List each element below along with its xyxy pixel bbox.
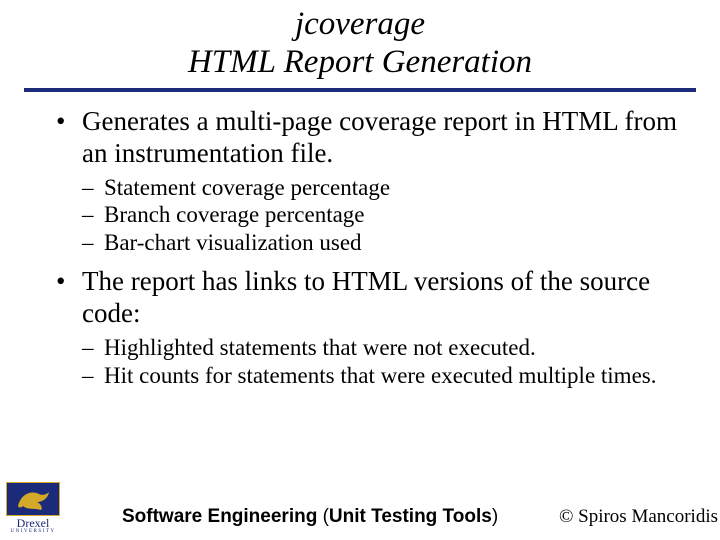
slide-body: Generates a multi-page coverage report i… [0,106,720,389]
bullet-1: Generates a multi-page coverage report i… [56,106,684,257]
bullet-1-sub-2: Branch coverage percentage [82,201,684,229]
bullet-1-sub-3: Bar-chart visualization used [82,229,684,257]
logo-sub: UNIVERSITY [6,529,60,534]
footer-bold-1: Software Engineering [122,506,323,527]
bullet-2-sub-2: Hit counts for statements that were exec… [82,362,684,390]
bullet-1-sub-1: Statement coverage percentage [82,174,684,202]
copyright-text: © Spiros Mancoridis [559,506,718,528]
drexel-logo: Drexel UNIVERSITY [6,482,60,534]
slide-footer: Drexel UNIVERSITY Software Engineering (… [0,480,720,536]
bullet-2: The report has links to HTML versions of… [56,266,684,389]
footer-paren-close: ) [492,506,498,527]
bullet-1-text: Generates a multi-page coverage report i… [82,106,677,168]
footer-center-text: Software Engineering (Unit Testing Tools… [122,506,498,528]
title-line-1: jcoverage [0,6,720,44]
footer-bold-2: Unit Testing Tools [329,506,492,527]
bullet-2-text: The report has links to HTML versions of… [82,266,650,328]
dragon-icon [6,482,60,516]
logo-name: Drexel [6,517,60,529]
bullet-2-sub-1: Highlighted statements that were not exe… [82,334,684,362]
title-underline [24,88,696,92]
title-line-2: HTML Report Generation [0,44,720,82]
slide-title: jcoverage HTML Report Generation [0,0,720,82]
